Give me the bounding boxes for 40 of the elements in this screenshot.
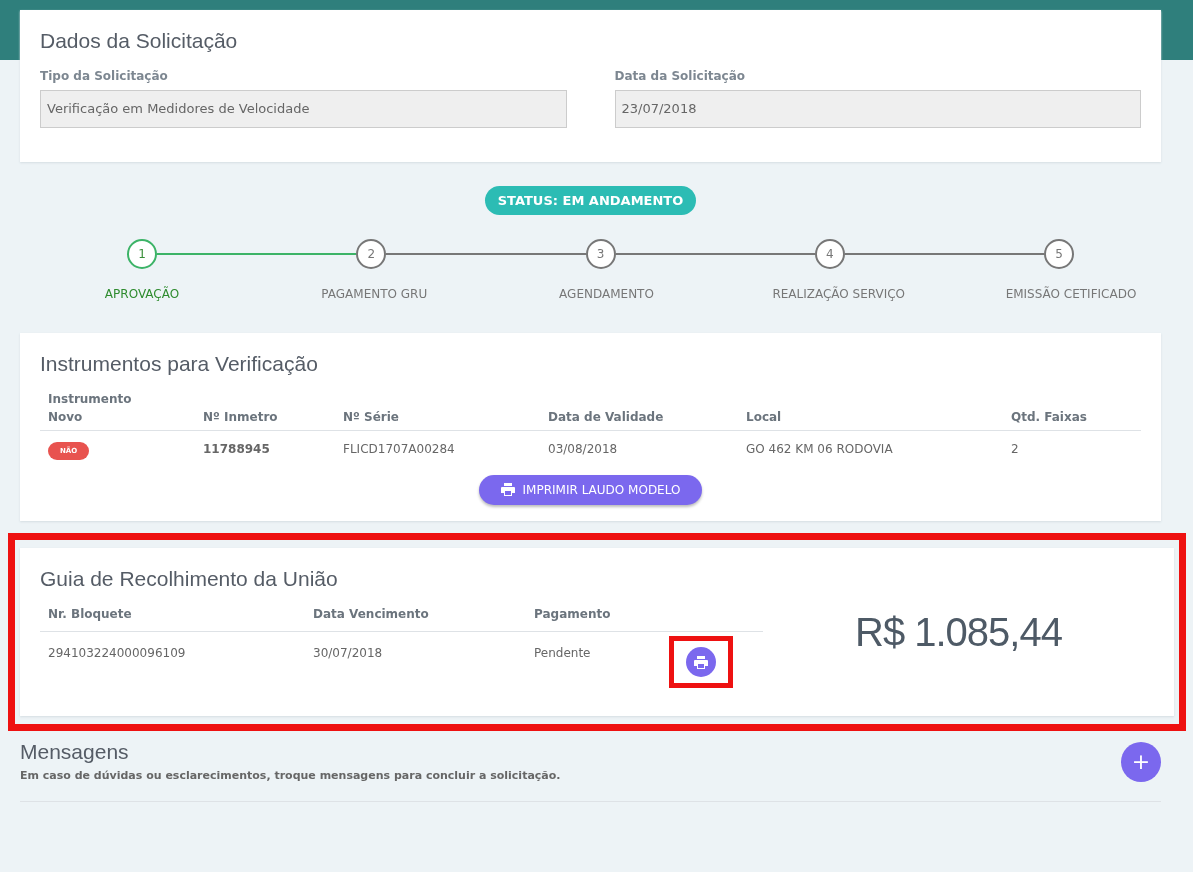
table-cell-text: Pendente [534,645,592,663]
section-title: Mensagens [20,739,130,765]
table-cell-text: 03/08/2018 [548,441,619,459]
column-header: Pagamento [534,606,612,624]
column-header: Data de Validade [548,409,665,427]
step-circle: 1 [127,239,157,270]
step-label: REALIZAÇÃO SERVIÇO [771,285,907,304]
column-header: Data Vencimento [313,606,430,624]
print-button[interactable]: IMPRIMIR LAUDO MODELO [478,474,703,505]
add-button[interactable]: + [1121,741,1161,782]
help-text: Em caso de dúvidas ou esclarecimentos, troque mensagens para concluir a solicitação. [20,768,561,785]
step-label: APROVAÇÃO [103,285,181,304]
step-circle: 5 [1044,239,1074,270]
step-label: AGENDAMENTO [558,286,655,304]
total-amount: R$ 1.085,44 [855,608,1062,656]
column-header: Nº Inmetro [203,409,279,427]
step-label: EMISSÃO CETIFICADO [1004,285,1138,304]
column-header: Local [746,409,783,427]
step-circle: 2 [356,239,387,270]
panel-title: Guia de Recolhimento da União [40,565,339,592]
printer-icon [694,655,708,669]
field-label: Data da Solicitação [614,68,747,86]
table-cell-text: 11788945 [203,441,271,459]
table-cell-text: 294103224000096109 [48,645,187,663]
panel-title: Dados da Solicitação [40,28,239,54]
column-header: Nº Série [343,409,400,427]
printer-icon [500,483,515,497]
table-cell-text: GO 462 KM 06 RODOVIA [746,441,894,459]
status-badge: STATUS: EM ANDAMENTO [484,185,697,216]
step-circle: 4 [814,239,845,270]
table-cell-text: 30/07/2018 [313,645,384,663]
table-cell-text: 2 [1011,441,1020,459]
step-label: PAGAMENTO GRU [320,286,429,304]
print-button[interactable] [686,647,716,678]
column-header: Qtd. Faixas [1011,409,1088,427]
step-circle: 3 [585,239,616,270]
field-label: Tipo da Solicitação [40,68,169,86]
table-cell-text: FLICD1707A00284 [343,441,456,459]
panel-title: Instrumentos para Verificação [40,351,319,377]
column-header: Nr. Bloquete [48,606,133,624]
